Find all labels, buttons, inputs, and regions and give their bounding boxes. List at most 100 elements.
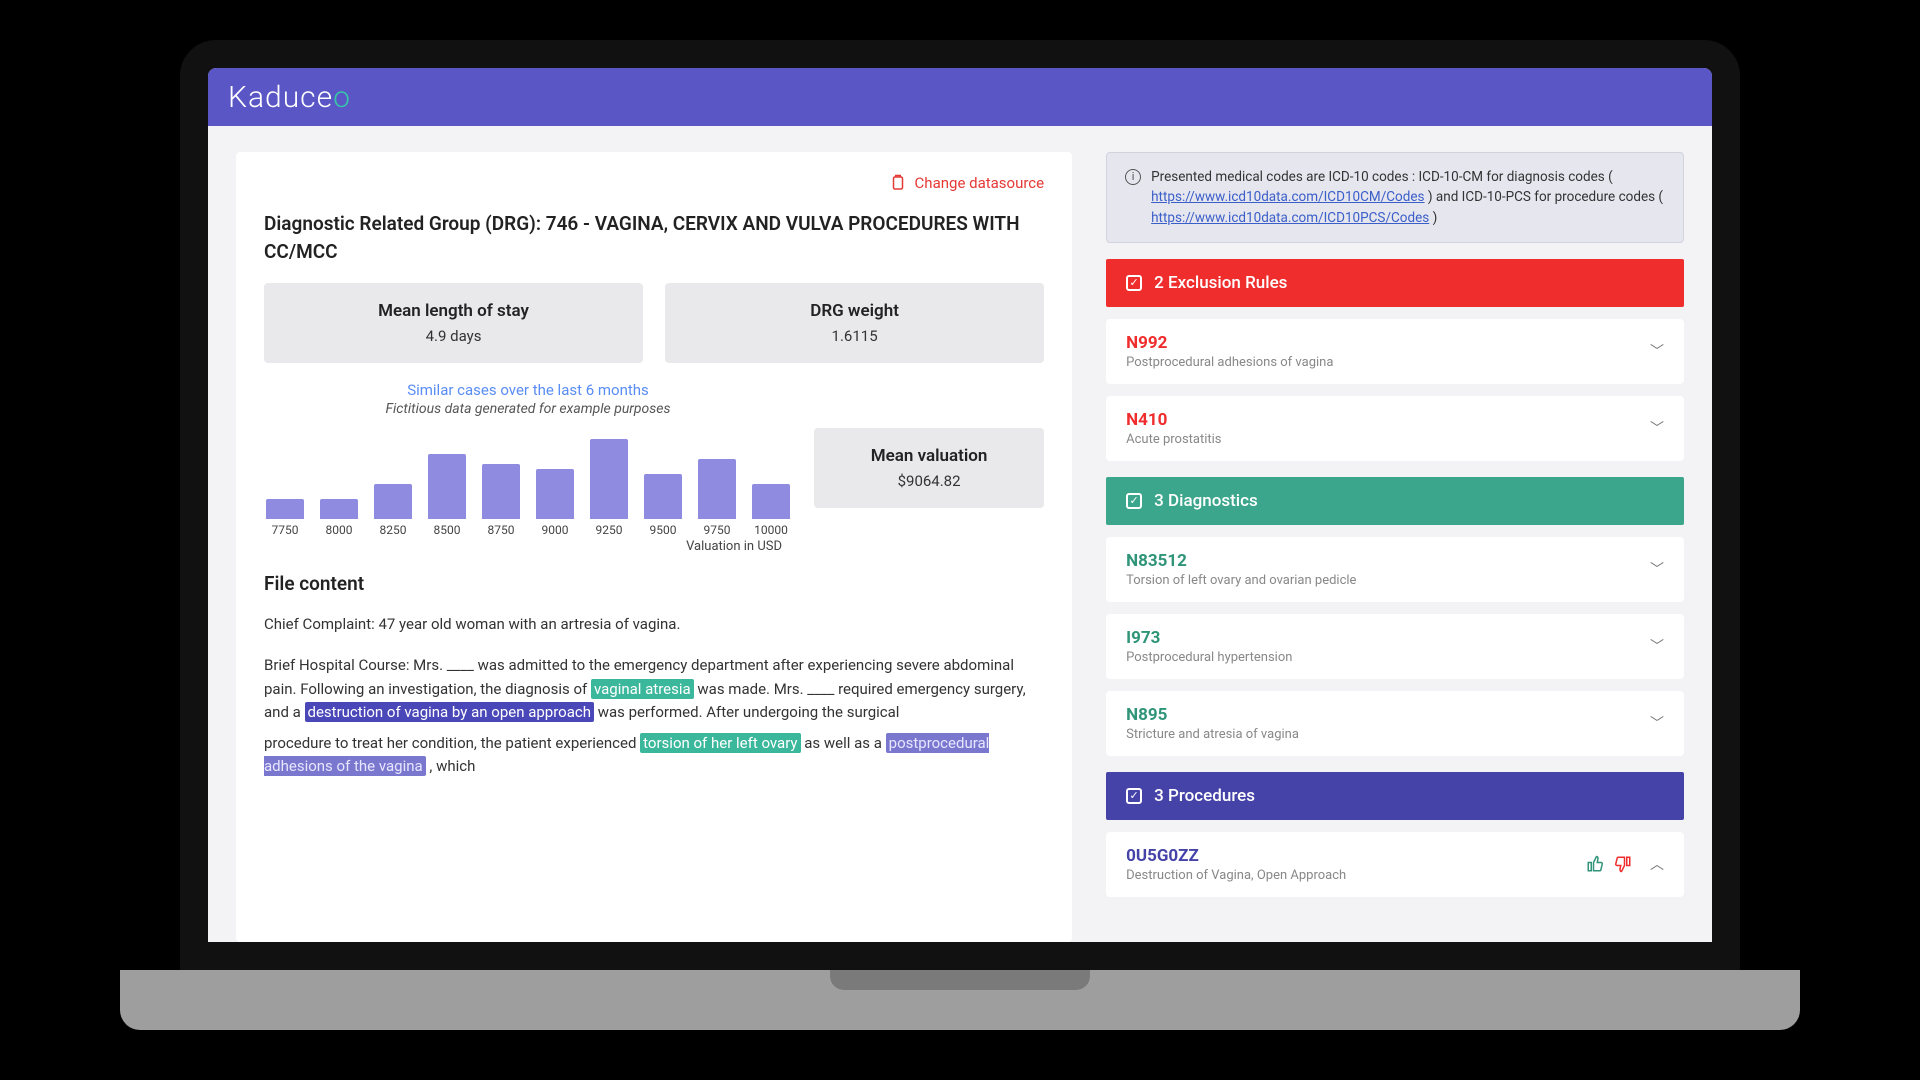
code-card[interactable]: N410Acute prostatitis ﹀ [1106,396,1684,461]
bar-label: 8250 [380,523,407,537]
info-link-pcs[interactable]: https://www.icd10data.com/ICD10PCS/Codes [1151,210,1429,226]
highlight-diagnosis: torsion of her left ovary [640,733,800,753]
right-column: i Presented medical codes are ICD-10 cod… [1106,152,1684,942]
hospital-course-p1: Brief Hospital Course: Mrs. ____ was adm… [264,654,1044,724]
code-card[interactable]: N895 Stricture and atresia of vagina ﹀ [1106,691,1684,756]
diagnostics-body: N83512Torsion of left ovary and ovarian … [1106,537,1684,756]
chart-block: Similar cases over the last 6 months Fic… [264,381,792,554]
code-desc: Postprocedural hypertension [1126,650,1292,665]
bar-label: 9000 [542,523,569,537]
exclusion-panel: ✓ 2 Exclusion Rules N992Postprocedural a… [1106,259,1684,461]
chart-bar: 9500 [642,474,684,537]
laptop-notch [830,970,1090,990]
file-content-heading: File content [264,572,1044,595]
screen: Kaduceo Change datasource Diagnostic Rel… [180,40,1740,970]
chevron-down-icon[interactable]: ﹀ [1650,341,1664,361]
course-text: was performed. After undergoing the surg… [598,703,900,721]
paste-icon [889,174,907,192]
code-card-right: ﹀ [1650,636,1664,656]
bar-label: 9250 [596,523,623,537]
drg-title: Diagnostic Related Group (DRG): 746 - VA… [264,210,1044,265]
code-card-right: ﹀ [1650,341,1664,361]
info-notice: i Presented medical codes are ICD-10 cod… [1106,152,1684,243]
procedures-body: 0U5G0ZZDestruction of Vagina, Open Appro… [1106,832,1684,897]
topbar: Kaduceo [208,68,1712,126]
stat-los: Mean length of stay 4.9 days [264,283,643,363]
info-text-part: ) [1433,210,1438,226]
info-link-cm[interactable]: https://www.icd10data.com/ICD10CM/Codes [1151,189,1424,205]
chevron-down-icon[interactable]: ﹀ [1650,636,1664,656]
change-datasource-label: Change datasource [915,174,1045,192]
info-icon: i [1125,169,1141,185]
bar-rect [266,499,304,519]
brand-text: Kaduce [228,80,333,115]
code-card[interactable]: N83512Torsion of left ovary and ovarian … [1106,537,1684,602]
chart-title: Similar cases over the last 6 months [264,381,792,399]
chart-bar: 9250 [588,439,630,537]
code-desc: Stricture and atresia of vagina [1126,727,1299,742]
bar-label: 8500 [434,523,461,537]
stat-valuation-label: Mean valuation [824,446,1034,466]
stat-valuation-value: $9064.82 [824,472,1034,490]
code-card-right: ﹀ [1650,418,1664,438]
code-desc: Postprocedural adhesions of vagina [1126,355,1333,370]
code-card-left: N992Postprocedural adhesions of vagina [1126,333,1333,370]
chevron-down-icon[interactable]: ﹀ [1650,713,1664,733]
highlight-diagnosis: vaginal atresia [591,679,694,699]
stat-los-label: Mean length of stay [274,301,633,321]
bar-label: 8000 [326,523,353,537]
course-text: procedure to treat her condition, the pa… [264,734,640,752]
stat-weight-label: DRG weight [675,301,1034,321]
code-card-right: ﹀ [1650,713,1664,733]
exclusion-header[interactable]: ✓ 2 Exclusion Rules [1106,259,1684,307]
hospital-course-p2: procedure to treat her condition, the pa… [264,732,1044,779]
bar-rect [590,439,628,519]
stat-weight: DRG weight 1.6115 [665,283,1044,363]
code-card[interactable]: N992Postprocedural adhesions of vagina ﹀ [1106,319,1684,384]
code-desc: Acute prostatitis [1126,432,1221,447]
bar-rect [482,464,520,519]
feedback-thumbs [1586,855,1632,873]
chart-bar: 8500 [426,454,468,537]
procedures-header[interactable]: ✓ 3 Procedures [1106,772,1684,820]
code-card-right: ﹀ [1650,559,1664,579]
bar-rect [428,454,466,519]
exclusion-body: N992Postprocedural adhesions of vagina﹀N… [1106,319,1684,461]
diagnostics-header[interactable]: ✓ 3 Diagnostics [1106,477,1684,525]
chevron-down-icon[interactable]: ︿ [1650,854,1664,874]
code-value: N83512 [1126,551,1356,571]
app-root: Kaduceo Change datasource Diagnostic Rel… [208,68,1712,942]
thumb-down-icon[interactable] [1614,855,1632,873]
bar-label: 10000 [754,523,788,537]
code-card-left: N895 Stricture and atresia of vagina [1126,705,1299,742]
check-icon: ✓ [1126,275,1142,291]
bar-label: 9500 [650,523,677,537]
info-text-part: ) and ICD-10-PCS for procedure codes ( [1428,189,1663,205]
stat-weight-value: 1.6115 [675,327,1034,345]
exclusion-header-label: 2 Exclusion Rules [1154,273,1287,293]
info-text-part: Presented medical codes are ICD-10 codes… [1151,169,1613,185]
bar-rect [752,484,790,519]
stat-row: Mean length of stay 4.9 days DRG weight … [264,283,1044,363]
bar-rect [644,474,682,519]
chevron-down-icon[interactable]: ﹀ [1650,418,1664,438]
change-datasource-button[interactable]: Change datasource [264,174,1044,192]
brand-accent: o [333,80,351,115]
course-text: as well as a [804,734,885,752]
procedures-panel: ✓ 3 Procedures 0U5G0ZZDestruction of Vag… [1106,772,1684,897]
bar-rect [536,469,574,519]
content: Change datasource Diagnostic Related Gro… [208,126,1712,942]
code-card-left: N410Acute prostatitis [1126,410,1221,447]
thumb-up-icon[interactable] [1586,855,1604,873]
chevron-down-icon[interactable]: ﹀ [1650,559,1664,579]
code-card-left: N83512Torsion of left ovary and ovarian … [1126,551,1356,588]
code-card[interactable]: I973Postprocedural hypertension﹀ [1106,614,1684,679]
diagnostics-header-label: 3 Diagnostics [1154,491,1258,511]
laptop-base [120,970,1800,1030]
bar-label: 9750 [704,523,731,537]
code-card[interactable]: 0U5G0ZZDestruction of Vagina, Open Appro… [1106,832,1684,897]
chief-complaint: Chief Complaint: 47 year old woman with … [264,613,1044,636]
bar-rect [698,459,736,519]
code-value: N895 [1126,705,1299,725]
laptop-frame: Kaduceo Change datasource Diagnostic Rel… [120,40,1800,1040]
